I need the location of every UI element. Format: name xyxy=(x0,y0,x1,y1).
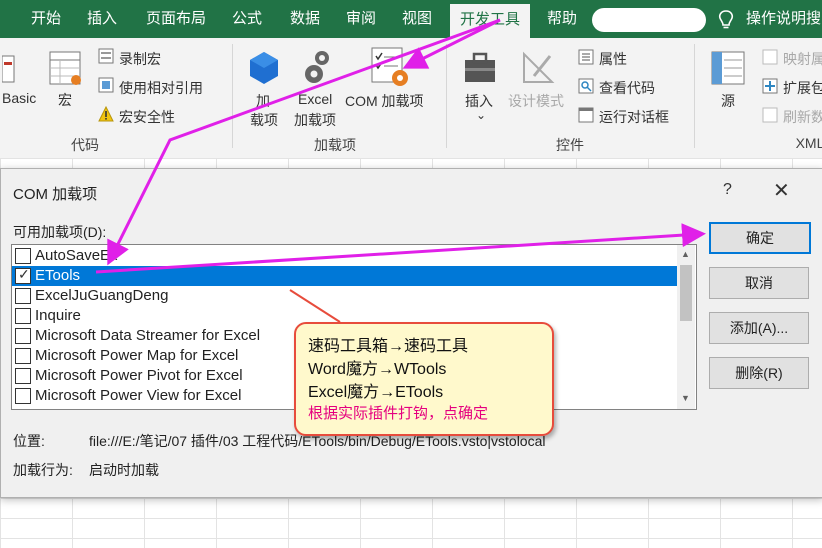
properties-button[interactable]: 属性 xyxy=(599,49,627,69)
properties-icon xyxy=(578,49,594,65)
addin-checkbox[interactable]: ✓ xyxy=(15,266,31,284)
design-mode-icon xyxy=(523,51,555,83)
addins-button-line1[interactable]: 加 xyxy=(256,91,270,111)
group-separator xyxy=(446,44,447,148)
remove-button[interactable]: 删除(R) xyxy=(709,357,809,389)
tab-home[interactable]: 开始 xyxy=(22,0,70,38)
group-label-addins: 加载项 xyxy=(314,137,356,153)
load-behavior-label: 加载行为: xyxy=(13,462,73,478)
view-code-icon xyxy=(578,78,594,94)
callout-line: 根据实际插件打钩，点确定 xyxy=(308,405,489,422)
view-code-button[interactable]: 查看代码 xyxy=(599,78,655,98)
relative-reference-icon xyxy=(98,77,114,93)
annotation-callout: 速码工具箱→速码工具 Word魔方→WTools Excel魔方→ETools … xyxy=(294,322,554,436)
addin-checkbox[interactable] xyxy=(15,248,31,264)
addin-checkbox[interactable] xyxy=(15,308,31,324)
ok-button[interactable]: 确定 xyxy=(709,222,811,254)
excel-addins-button-line2[interactable]: 加载项 xyxy=(294,110,336,130)
macro-security-button[interactable]: 宏安全性 xyxy=(119,107,175,127)
relative-reference-button[interactable]: 使用相对引用 xyxy=(119,78,203,98)
ribbon-developer: Basic 宏 录制宏 使用相对引用 宏安全性 代码 加 载项 Excel 加载… xyxy=(0,38,822,159)
location-label: 位置: xyxy=(13,433,45,449)
tab-review[interactable]: 审阅 xyxy=(336,0,386,38)
addin-name: ETools xyxy=(35,267,81,284)
com-addins-icon[interactable] xyxy=(370,46,410,88)
addin-name: ExcelJuGuangDeng xyxy=(35,287,169,304)
group-separator xyxy=(694,44,695,148)
run-dialog-icon xyxy=(578,107,594,123)
available-addins-label: 可用加载项(D): xyxy=(13,224,107,240)
ribbon-tab-bar: 开始 插入 页面布局 公式 数据 审阅 视图 开发工具 帮助 操作说明搜 xyxy=(0,0,822,38)
callout-line: Word魔方→WTools xyxy=(308,361,447,378)
add-button[interactable]: 添加(A)... xyxy=(709,312,809,344)
refresh-data-button[interactable]: 刷新数 xyxy=(783,107,822,127)
list-item[interactable]: AutoSaveEx xyxy=(12,246,677,266)
addin-name: Microsoft Data Streamer for Excel xyxy=(35,327,261,344)
addin-checkbox[interactable] xyxy=(15,288,31,304)
tab-insert[interactable]: 插入 xyxy=(76,0,128,38)
excel-addins-button-line1[interactable]: Excel xyxy=(298,91,332,107)
group-separator xyxy=(232,44,233,148)
list-item[interactable]: ExcelJuGuangDeng xyxy=(12,286,677,306)
expansion-packs-icon xyxy=(762,78,778,94)
group-label-controls: 控件 xyxy=(556,137,584,153)
expansion-packs-button[interactable]: 扩展包 xyxy=(783,78,822,98)
addin-name: Inquire xyxy=(35,307,81,324)
addin-name: Microsoft Power View for Excel xyxy=(35,387,242,404)
map-properties-button[interactable]: 映射属 xyxy=(783,49,822,69)
group-label-xml: XML xyxy=(795,135,822,151)
insert-controls-toolbox-icon[interactable] xyxy=(462,50,498,86)
addin-name: Microsoft Power Pivot for Excel xyxy=(35,367,243,384)
addin-checkbox[interactable] xyxy=(15,328,31,344)
load-behavior-value: 启动时加载 xyxy=(89,462,159,478)
group-label-code: 代码 xyxy=(71,137,99,153)
xml-source-button[interactable]: 源 xyxy=(721,91,735,111)
scroll-thumb[interactable] xyxy=(680,265,692,321)
dialog-title: COM 加载项 xyxy=(13,186,98,203)
addins-icon[interactable] xyxy=(248,50,280,86)
redacted-account-area xyxy=(592,8,706,32)
macros-icon[interactable] xyxy=(48,50,84,88)
record-macro-button[interactable]: 录制宏 xyxy=(119,49,161,69)
refresh-data-icon xyxy=(762,107,778,123)
dialog-help-button[interactable]: ? xyxy=(723,181,732,199)
run-dialog-button[interactable]: 运行对话框 xyxy=(599,107,669,127)
warning-icon xyxy=(98,106,114,122)
checkmark-icon: ✓ xyxy=(18,266,30,282)
tab-help[interactable]: 帮助 xyxy=(538,0,586,38)
tab-developer[interactable]: 开发工具 xyxy=(450,4,530,38)
lightbulb-icon[interactable] xyxy=(716,9,736,31)
tell-me-search[interactable]: 操作说明搜 xyxy=(746,0,821,38)
cancel-button[interactable]: 取消 xyxy=(709,267,809,299)
callout-line: 速码工具箱→速码工具 xyxy=(308,338,469,355)
design-mode-button[interactable]: 设计模式 xyxy=(508,91,564,111)
visual-basic-button[interactable]: Basic xyxy=(2,90,36,106)
chevron-down-icon[interactable]: ⌄ xyxy=(476,108,486,122)
dialog-close-button[interactable]: ✕ xyxy=(773,178,790,203)
addin-checkbox[interactable] xyxy=(15,348,31,364)
macros-button[interactable]: 宏 xyxy=(58,90,72,110)
addin-checkbox[interactable] xyxy=(15,388,31,404)
record-macro-icon xyxy=(98,48,114,64)
xml-source-icon[interactable] xyxy=(710,50,746,86)
addins-button-line2[interactable]: 载项 xyxy=(250,110,278,130)
tab-formulas[interactable]: 公式 xyxy=(222,0,272,38)
tab-page-layout[interactable]: 页面布局 xyxy=(138,0,214,38)
addin-name: AutoSaveEx xyxy=(35,247,118,264)
tab-view[interactable]: 视图 xyxy=(392,0,442,38)
scroll-up-arrow-icon[interactable]: ▲ xyxy=(681,249,690,259)
visual-basic-icon[interactable] xyxy=(2,50,16,86)
scroll-down-arrow-icon[interactable]: ▼ xyxy=(681,393,690,403)
tab-data[interactable]: 数据 xyxy=(280,0,330,38)
excel-addins-gear-icon[interactable] xyxy=(302,48,334,86)
list-scrollbar[interactable]: ▲ ▼ xyxy=(677,245,695,409)
callout-line: Excel魔方→ETools xyxy=(308,384,444,401)
addin-checkbox[interactable] xyxy=(15,368,31,384)
list-item[interactable]: ✓ ETools xyxy=(12,266,677,286)
com-addins-button[interactable]: COM 加载项 xyxy=(345,91,424,111)
addin-name: Microsoft Power Map for Excel xyxy=(35,347,239,364)
map-properties-icon xyxy=(762,49,778,65)
